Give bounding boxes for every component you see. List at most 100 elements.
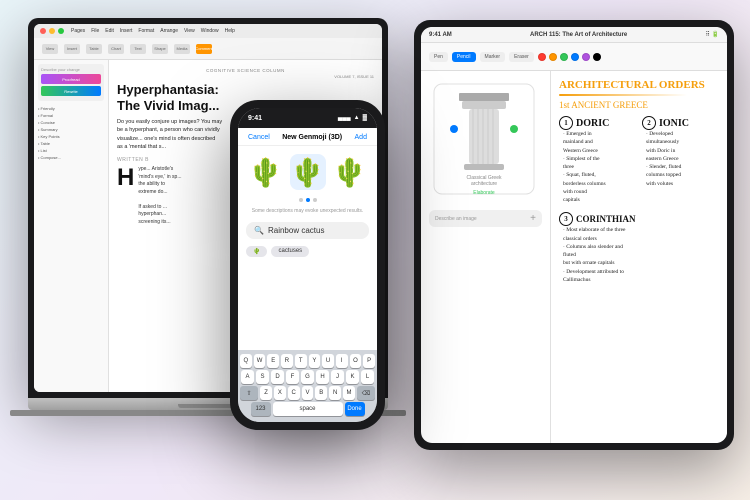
key-f[interactable]: F bbox=[286, 370, 299, 384]
key-d[interactable]: D bbox=[271, 370, 284, 384]
key-numbers[interactable]: 123 bbox=[251, 402, 271, 416]
search-bar[interactable]: 🔍 Rainbow cactus bbox=[246, 222, 369, 239]
color-orange[interactable] bbox=[549, 53, 557, 61]
tablet-toolbar: Pen Pencil Marker Eraser bbox=[421, 43, 727, 71]
key-p[interactable]: P bbox=[363, 354, 375, 368]
tool-pen[interactable]: Pen bbox=[429, 52, 448, 62]
key-space[interactable]: space bbox=[273, 402, 343, 416]
order-ionic: 2 IONIC · Developedsimultaneouslywith Do… bbox=[642, 116, 719, 188]
handwritten-subtitle: 1st ANCIENT GREECE bbox=[559, 100, 719, 110]
tag-cactus-emoji[interactable]: 🌵 bbox=[246, 246, 267, 257]
menu-pages[interactable]: Pages bbox=[71, 28, 85, 34]
key-j[interactable]: J bbox=[331, 370, 344, 384]
key-l[interactable]: L bbox=[361, 370, 374, 384]
key-u[interactable]: U bbox=[322, 354, 334, 368]
tag-cactuses[interactable]: cactuses bbox=[271, 246, 309, 257]
orders-col-right: 2 IONIC · Developedsimultaneouslywith Do… bbox=[642, 116, 719, 292]
key-z[interactable]: Z bbox=[260, 386, 272, 400]
option-table[interactable]: • Table bbox=[38, 140, 104, 147]
menu-edit[interactable]: Edit bbox=[105, 28, 114, 34]
cancel-btn[interactable]: Cancel bbox=[248, 134, 270, 141]
keyboard: Q W E R T Y U I O P A S D F G H bbox=[238, 350, 377, 422]
key-i[interactable]: I bbox=[336, 354, 348, 368]
key-o[interactable]: O bbox=[350, 354, 362, 368]
key-a[interactable]: A bbox=[241, 370, 254, 384]
color-green[interactable] bbox=[560, 53, 568, 61]
key-w[interactable]: W bbox=[254, 354, 266, 368]
emoji-item-1[interactable]: 🌵 bbox=[248, 154, 284, 190]
option-concise[interactable]: • Concise bbox=[38, 119, 104, 126]
media-btn[interactable]: Media bbox=[174, 44, 190, 54]
search-text: Rainbow cactus bbox=[268, 226, 324, 235]
key-b[interactable]: B bbox=[315, 386, 327, 400]
key-c[interactable]: C bbox=[288, 386, 300, 400]
menu-format[interactable]: Format bbox=[138, 28, 154, 34]
menu-window[interactable]: Window bbox=[201, 28, 219, 34]
tablet-time: 9:41 AM bbox=[429, 32, 452, 38]
key-shift[interactable]: ⇧ bbox=[240, 386, 258, 400]
emoji-item-2[interactable]: 🌵 bbox=[290, 154, 326, 190]
key-x[interactable]: X bbox=[274, 386, 286, 400]
rewrite-btn[interactable]: Rewrite bbox=[41, 86, 101, 96]
key-t[interactable]: T bbox=[295, 354, 307, 368]
shape-btn[interactable]: Shape bbox=[152, 44, 168, 54]
key-v[interactable]: V bbox=[302, 386, 314, 400]
tablet-left-panel: Classical Greek architecture Elaborate D… bbox=[421, 71, 551, 443]
color-blue[interactable] bbox=[571, 53, 579, 61]
add-image-icon[interactable]: + bbox=[530, 213, 536, 224]
tool-pencil[interactable]: Pencil bbox=[452, 52, 476, 62]
comment-btn[interactable]: Comment bbox=[196, 44, 212, 54]
swirl-underline bbox=[559, 94, 687, 96]
tablet-screen: 9:41 AM ARCH 115: The Art of Architectur… bbox=[421, 27, 727, 443]
key-k[interactable]: K bbox=[346, 370, 359, 384]
option-summary[interactable]: • Summary bbox=[38, 126, 104, 133]
key-e[interactable]: E bbox=[267, 354, 279, 368]
color-black[interactable] bbox=[593, 53, 601, 61]
option-keypoints[interactable]: • Key Points bbox=[38, 133, 104, 140]
key-g[interactable]: G bbox=[301, 370, 314, 384]
tool-marker[interactable]: Marker bbox=[480, 52, 506, 62]
tool-eraser[interactable]: Eraser bbox=[509, 52, 534, 62]
image-describe-bar[interactable]: Describe an image + bbox=[429, 210, 542, 227]
key-n[interactable]: N bbox=[329, 386, 341, 400]
key-s[interactable]: S bbox=[256, 370, 269, 384]
phone-time: 9:41 bbox=[248, 115, 262, 122]
tablet-title-center: ARCH 115: The Art of Architecture bbox=[530, 32, 627, 38]
option-friendly[interactable]: • Friendly bbox=[38, 105, 104, 112]
maximize-button[interactable] bbox=[58, 28, 64, 34]
search-tags: 🌵 cactuses bbox=[238, 243, 377, 260]
menu-insert[interactable]: Insert bbox=[120, 28, 133, 34]
key-r[interactable]: R bbox=[281, 354, 293, 368]
ionic-name: 2 IONIC bbox=[642, 116, 719, 130]
option-compose[interactable]: • Compose... bbox=[38, 154, 104, 161]
key-h[interactable]: H bbox=[316, 370, 329, 384]
minimize-button[interactable] bbox=[49, 28, 55, 34]
menu-file[interactable]: File bbox=[91, 28, 99, 34]
emoji-item-3[interactable]: 🌵 bbox=[332, 154, 368, 190]
key-q[interactable]: Q bbox=[240, 354, 252, 368]
color-red[interactable] bbox=[538, 53, 546, 61]
option-list[interactable]: • List bbox=[38, 147, 104, 154]
insert-btn[interactable]: Insert bbox=[64, 44, 80, 54]
add-btn[interactable]: Add bbox=[355, 134, 367, 141]
chart-btn[interactable]: Chart bbox=[108, 44, 124, 54]
key-delete[interactable]: ⌫ bbox=[357, 386, 375, 400]
handwritten-main-title: ARCHITECTURAL ORDERS bbox=[559, 79, 719, 92]
battery-icon: ▓ bbox=[363, 115, 367, 121]
view-btn[interactable]: View bbox=[42, 44, 58, 54]
menu-view[interactable]: View bbox=[184, 28, 195, 34]
keyboard-row-4: 123 space Done bbox=[240, 402, 375, 416]
order-corinthian: 3 CORINTHIAN · Most elaborate of the thr… bbox=[559, 212, 636, 284]
menu-arrange[interactable]: Arrange bbox=[160, 28, 178, 34]
menu-help[interactable]: Help bbox=[225, 28, 235, 34]
key-done[interactable]: Done bbox=[345, 402, 365, 416]
close-button[interactable] bbox=[40, 28, 46, 34]
key-m[interactable]: M bbox=[343, 386, 355, 400]
text-btn[interactable]: Text bbox=[130, 44, 146, 54]
proofread-btn[interactable]: Proofread bbox=[41, 74, 101, 84]
option-formal[interactable]: • Formal bbox=[38, 112, 104, 119]
table-btn[interactable]: Table bbox=[86, 44, 102, 54]
key-y[interactable]: Y bbox=[309, 354, 321, 368]
color-purple[interactable] bbox=[582, 53, 590, 61]
tablet-content: Classical Greek architecture Elaborate D… bbox=[421, 71, 727, 443]
